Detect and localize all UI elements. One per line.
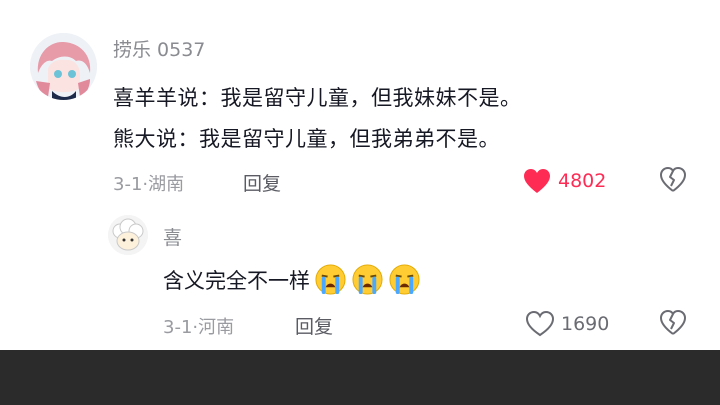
heart-outline-icon	[525, 310, 555, 337]
avatar[interactable]	[30, 33, 97, 100]
crying-face-icon	[315, 264, 346, 295]
reply-username[interactable]: 喜	[163, 223, 182, 250]
comment-location: 湖南	[148, 174, 185, 195]
reply-text: 含义完全不一样	[163, 263, 421, 296]
reply-reply-button[interactable]: 回复	[295, 312, 333, 339]
reply-dislike-button[interactable]	[659, 309, 687, 341]
reply-location: 河南	[198, 317, 235, 338]
comment-meta: 3-1·湖南	[113, 170, 184, 196]
reply-date: 3-1	[163, 317, 193, 338]
reply-like-count: 1690	[561, 313, 610, 335]
dislike-button[interactable]	[659, 166, 687, 198]
comment-text-line: 喜羊羊说：我是留守儿童，但我妹妹不是。	[113, 86, 522, 110]
comment-date: 3-1	[113, 174, 143, 195]
like-button[interactable]: 4802	[522, 167, 606, 195]
crying-face-icon	[352, 264, 383, 295]
reply-meta: 3-1·河南	[163, 313, 234, 339]
reply-button[interactable]: 回复	[243, 169, 281, 196]
reply-like-button[interactable]: 1690	[525, 310, 609, 338]
like-count: 4802	[558, 170, 607, 192]
bottom-bar	[0, 350, 720, 405]
comment-username[interactable]: 捞乐 0537	[113, 35, 205, 62]
broken-heart-icon	[660, 310, 686, 335]
reply-text-content: 含义完全不一样	[163, 268, 310, 293]
heart-filled-icon	[524, 169, 550, 193]
broken-heart-icon	[660, 167, 686, 192]
crying-face-icon	[389, 264, 420, 295]
comment-text-line: 熊大说：我是留守儿童，但我弟弟不是。	[113, 127, 500, 151]
reply-avatar[interactable]	[108, 215, 148, 255]
